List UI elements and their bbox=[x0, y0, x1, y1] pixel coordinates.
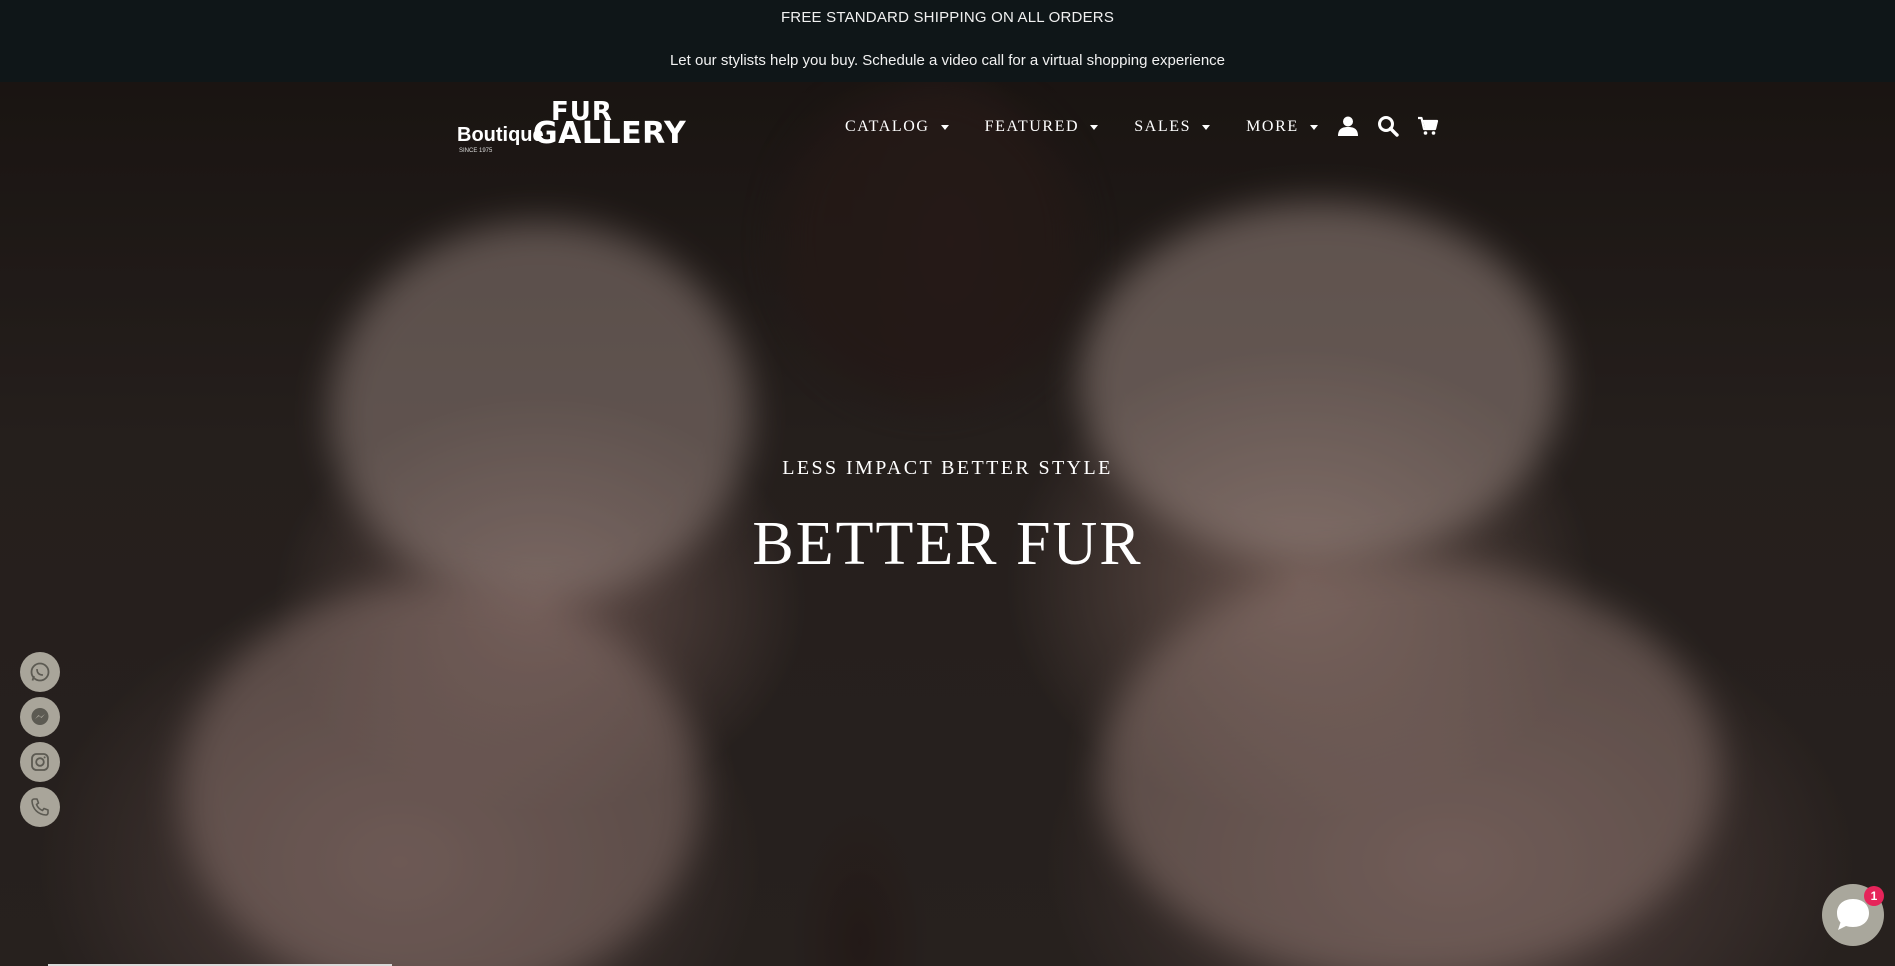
nav-more[interactable]: MORE bbox=[1246, 118, 1318, 136]
whatsapp-icon bbox=[30, 662, 50, 682]
logo-since-text: SINCE 1975 bbox=[459, 148, 493, 154]
messenger-icon bbox=[31, 708, 49, 725]
phone-button[interactable] bbox=[20, 787, 60, 827]
stylist-announcement[interactable]: Let our stylists help you buy. Schedule … bbox=[0, 52, 1895, 69]
search-icon[interactable] bbox=[1376, 114, 1400, 138]
instagram-button[interactable] bbox=[20, 742, 60, 782]
chat-notification-badge: 1 bbox=[1864, 886, 1884, 906]
instagram-icon bbox=[31, 753, 49, 771]
phone-icon bbox=[31, 798, 49, 816]
caret-down-icon bbox=[1090, 124, 1099, 130]
social-buttons bbox=[20, 652, 60, 832]
caret-down-icon bbox=[1309, 124, 1318, 130]
caret-down-icon bbox=[1202, 124, 1211, 130]
shipping-announcement: FREE STANDARD SHIPPING ON ALL ORDERS bbox=[780, 9, 1115, 26]
fur-gallery-logo[interactable]: FUR Boutique GALLERY SINCE 1975 bbox=[457, 97, 689, 157]
cart-icon[interactable] bbox=[1416, 114, 1440, 138]
messenger-button[interactable] bbox=[20, 697, 60, 737]
nav-sales-label: SALES bbox=[1134, 118, 1192, 135]
site-header: FUR Boutique GALLERY SINCE 1975 CATALOG … bbox=[0, 82, 1895, 172]
whatsapp-button[interactable] bbox=[20, 652, 60, 692]
main-nav: CATALOG FEATURED SALES MORE bbox=[845, 118, 1354, 136]
logo-boutique-text: Boutique bbox=[457, 124, 544, 146]
announcement-bar: FREE STANDARD SHIPPING ON ALL ORDERS Let… bbox=[0, 0, 1895, 82]
hero-title: BETTER FUR bbox=[752, 510, 1143, 578]
logo-gallery-text: GALLERY bbox=[533, 116, 687, 151]
caret-down-icon bbox=[940, 124, 949, 130]
nav-catalog-label: CATALOG bbox=[845, 118, 930, 135]
nav-featured[interactable]: FEATURED bbox=[985, 118, 1099, 136]
nav-sales[interactable]: SALES bbox=[1134, 118, 1211, 136]
header-icons bbox=[1336, 114, 1456, 138]
nav-more-label: MORE bbox=[1246, 118, 1299, 135]
nav-featured-label: FEATURED bbox=[984, 118, 1080, 135]
hero-subtitle: LESS IMPACT BETTER STYLE bbox=[782, 457, 1113, 479]
hero-text-block: LESS IMPACT BETTER STYLE BETTER FUR bbox=[0, 457, 1895, 578]
nav-catalog[interactable]: CATALOG bbox=[845, 118, 949, 136]
account-icon[interactable] bbox=[1336, 114, 1360, 138]
